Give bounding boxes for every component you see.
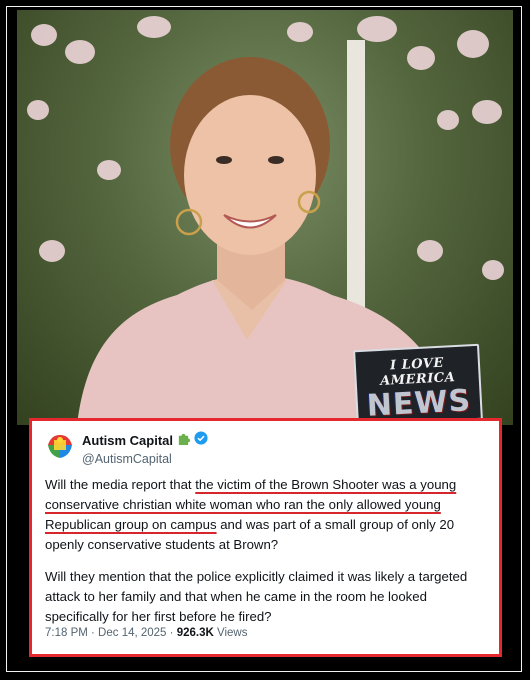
tweet-timestamp[interactable]: 7:18 PM · Dec 14, 2025 · — [45, 627, 177, 639]
puzzle-avatar-icon[interactable] — [45, 431, 75, 461]
p1-text-a: Will the media report that — [45, 477, 196, 492]
tweet-header: Autism Capital @AutismCapital — [45, 431, 485, 471]
puzzle-piece-emoji-icon — [177, 432, 191, 450]
photo: I LOVE AMERICA NEWS — [17, 10, 513, 425]
views-count: 926.3K — [176, 627, 214, 639]
tweet-meta: 7:18 PM · Dec 14, 2025 · 926.3K Views — [45, 627, 485, 639]
verified-badge-icon — [194, 431, 208, 450]
author-handle[interactable]: @AutismCapital — [82, 452, 208, 466]
views-label: Views — [213, 627, 248, 639]
tweet-paragraph-2: Will they mention that the police explic… — [45, 569, 468, 624]
i-love-america-news-stamp: I LOVE AMERICA NEWS — [353, 343, 483, 425]
tweet-card: Autism Capital @AutismCapital Will the m… — [29, 418, 502, 657]
tweet-body: Will the media report that the victim of… — [45, 475, 485, 627]
stamp-line2: NEWS — [365, 383, 472, 424]
tweet-paragraph-1: Will the media report that the victim of… — [45, 475, 485, 555]
author-name[interactable]: Autism Capital — [82, 433, 173, 448]
